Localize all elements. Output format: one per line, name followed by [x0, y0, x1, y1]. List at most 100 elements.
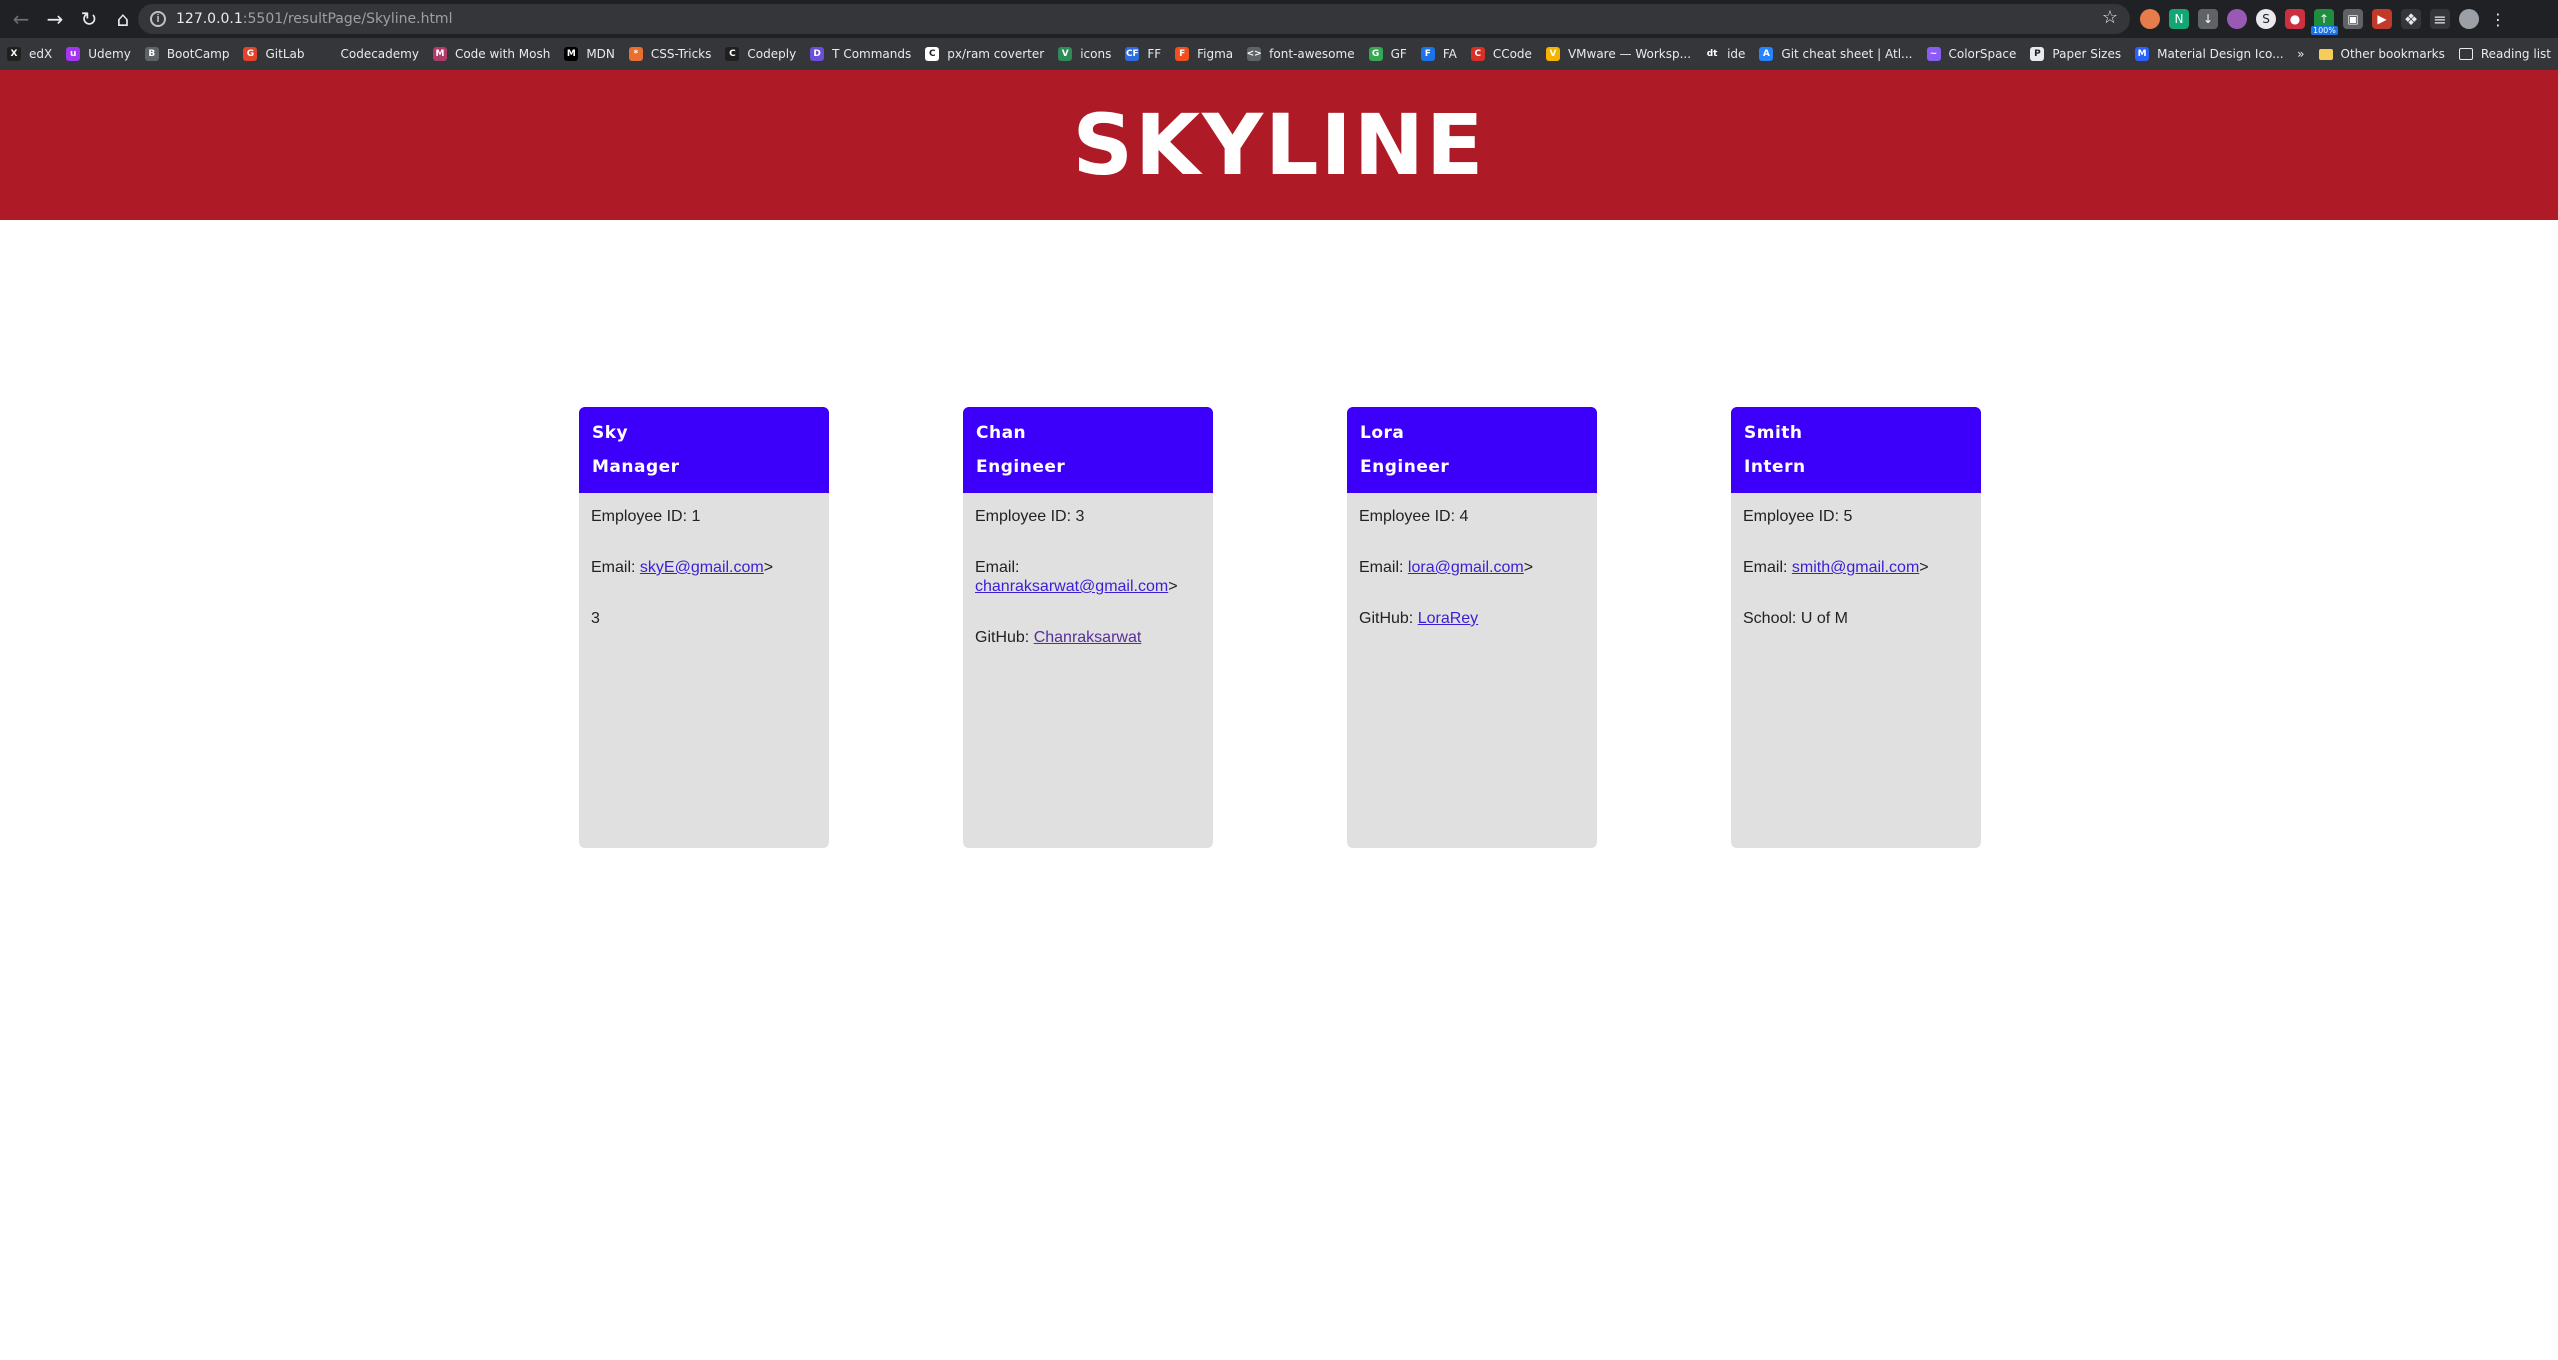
bookmark-item[interactable]: Vicons	[1051, 40, 1118, 68]
bookmark-label: font-awesome	[1269, 47, 1355, 61]
bookmark-favicon-icon: u	[66, 47, 81, 61]
bookmark-label: FA	[1442, 47, 1457, 61]
reload-icon[interactable]: ↻	[76, 6, 102, 32]
bookmark-item[interactable]: V VMware — Worksp...	[1539, 40, 1698, 68]
bookmark-label: GitLab	[265, 47, 305, 61]
bookmark-label: CCode	[1492, 47, 1532, 61]
card-body: Employee ID: 1 Email: skyE@gmail.com> 3	[579, 493, 829, 628]
puzzle-icon[interactable]: ❖	[2401, 9, 2421, 29]
bookmark-item[interactable]: F FA	[1414, 40, 1464, 68]
bookmark-label: edX	[29, 47, 53, 61]
extensions-area: N ↓ S ● ↑ 100% ▣ ▶ ❖ ≡ ⋮	[2140, 0, 2558, 38]
email-link[interactable]: skyE@gmail.com	[640, 559, 764, 576]
reading-list-icon	[2458, 48, 2473, 60]
bookmarks-bar-right: » Other bookmarks Reading list	[2284, 38, 2558, 70]
employee-id: Employee ID: 1	[591, 508, 701, 525]
other-bookmarks-folder[interactable]: Other bookmarks	[2312, 40, 2452, 68]
bookmark-label: MDN	[586, 47, 615, 61]
employee-card: Smith Intern Employee ID: 5 Email: smith…	[1731, 407, 1981, 848]
bookmark-favicon-icon: G	[1368, 47, 1383, 61]
profile-avatar[interactable]	[2459, 9, 2479, 29]
bookmark-item[interactable]: C CCode	[1464, 40, 1539, 68]
bookmark-item[interactable]: G GF	[1362, 40, 1414, 68]
card-header: Smith Intern	[1731, 407, 1981, 493]
bookmark-favicon-icon: C	[1470, 47, 1485, 61]
bookmark-item[interactable]: M Material Design Ico...	[2128, 40, 2291, 68]
extension-icon[interactable]: ●	[2285, 9, 2305, 29]
extension-icon[interactable]: ▣	[2343, 9, 2363, 29]
bookmark-label: px/ram coverter	[947, 47, 1045, 61]
bookmark-label: Code with Mosh	[454, 47, 551, 61]
bookmark-item[interactable]: ~ ColorSpace	[1920, 40, 2024, 68]
back-arrow-icon[interactable]: ←	[8, 6, 34, 32]
bookmark-favicon-icon: V	[1545, 47, 1560, 61]
employee-id: Employee ID: 4	[1359, 508, 1469, 525]
employee-id: Employee ID: 3	[975, 508, 1085, 525]
bookmark-item[interactable]: Codecademy	[311, 40, 425, 68]
extension-icon[interactable]: ↑ 100%	[2311, 9, 2338, 35]
extension-icon[interactable]	[2140, 9, 2160, 29]
employee-extra: 3	[591, 610, 600, 627]
bookmark-item[interactable]: C Codeply	[718, 40, 803, 68]
bookmark-favicon-icon: V	[1058, 47, 1073, 61]
bookmark-label: CSS-Tricks	[650, 47, 712, 61]
bookmark-item[interactable]: M Code with Mosh	[426, 40, 557, 68]
employee-school: School: U of M	[1743, 610, 1848, 627]
extension-icon[interactable]: N	[2169, 9, 2189, 29]
employee-email-row: Email: chanraksarwat@gmail.com>	[975, 559, 1178, 595]
bookmark-item[interactable]: <> font-awesome	[1240, 40, 1361, 68]
address-bar[interactable]: i 127.0.0.1:5501/resultPage/Skyline.html…	[138, 4, 2130, 34]
bookmark-item[interactable]: dt ide	[1698, 40, 1752, 68]
bookmark-item[interactable]: F Figma	[1168, 40, 1240, 68]
bookmark-item[interactable]: XedX	[0, 40, 59, 68]
employee-email-row: Email: smith@gmail.com>	[1743, 559, 1929, 576]
bookmark-favicon-icon: <>	[1246, 47, 1262, 61]
bookmark-item[interactable]: P Paper Sizes	[2023, 40, 2128, 68]
extension-icon[interactable]: S	[2256, 9, 2276, 29]
more-bookmarks-chevron[interactable]: »	[2290, 40, 2311, 68]
bookmark-item[interactable]: B BootCamp	[138, 40, 237, 68]
extension-icon[interactable]: ▶	[2372, 9, 2392, 29]
bookmark-item[interactable]: CF FF	[1118, 40, 1168, 68]
bookmark-label: Codeply	[747, 47, 797, 61]
bookmark-item[interactable]: G GitLab	[236, 40, 311, 68]
forward-arrow-icon[interactable]: →	[42, 6, 68, 32]
extension-icon[interactable]: ↓	[2198, 9, 2218, 29]
bookmark-item[interactable]: D T Commands	[803, 40, 918, 68]
email-link[interactable]: lora@gmail.com	[1408, 559, 1524, 576]
card-body: Employee ID: 3 Email: chanraksarwat@gmai…	[963, 493, 1213, 647]
employee-name: Smith	[1744, 423, 1803, 443]
bookmark-favicon-icon: G	[243, 47, 258, 61]
bookmark-favicon-icon: M	[2135, 47, 2150, 61]
github-link[interactable]: Chanraksarwat	[1034, 629, 1142, 646]
bookmark-favicon-icon: C	[725, 47, 740, 61]
bookmark-item[interactable]: M MDN	[557, 40, 622, 68]
bookmark-item[interactable]: A Git cheat sheet | Atl...	[1752, 40, 1919, 68]
card-header: Chan Engineer	[963, 407, 1213, 493]
email-link[interactable]: smith@gmail.com	[1792, 559, 1919, 576]
bookmark-star-icon[interactable]: ☆	[2102, 7, 2118, 28]
url-text[interactable]: 127.0.0.1:5501/resultPage/Skyline.html	[176, 11, 452, 27]
email-link[interactable]: chanraksarwat@gmail.com	[975, 578, 1168, 595]
github-link[interactable]: LoraRey	[1418, 610, 1478, 627]
bookmark-label: T Commands	[832, 47, 912, 61]
bookmark-label: ColorSpace	[1948, 47, 2017, 61]
bookmark-item[interactable]: * CSS-Tricks	[622, 40, 718, 68]
bookmark-favicon-icon	[318, 47, 333, 61]
page-header: SKYLINE	[0, 70, 2558, 220]
bookmark-label: ide	[1727, 47, 1746, 61]
bookmark-label: FF	[1147, 47, 1162, 61]
bookmark-favicon-icon: M	[564, 47, 579, 61]
reading-list-button[interactable]: Reading list	[2452, 40, 2558, 68]
site-info-icon[interactable]: i	[150, 11, 166, 27]
bookmark-item[interactable]: u Udemy	[59, 40, 138, 68]
home-icon[interactable]: ⌂	[110, 6, 136, 32]
bookmark-favicon-icon: P	[2030, 47, 2045, 61]
bookmark-item[interactable]: Cpx/ram coverter	[918, 40, 1051, 68]
bookmark-label: Git cheat sheet | Atl...	[1781, 47, 1913, 61]
bookmark-favicon-icon: F	[1175, 47, 1190, 61]
media-queue-icon[interactable]: ≡	[2430, 9, 2450, 29]
extension-icon[interactable]	[2227, 9, 2247, 29]
kebab-menu-icon[interactable]: ⋮	[2488, 9, 2508, 29]
employee-github-row: GitHub: LoraRey	[1359, 610, 1479, 627]
